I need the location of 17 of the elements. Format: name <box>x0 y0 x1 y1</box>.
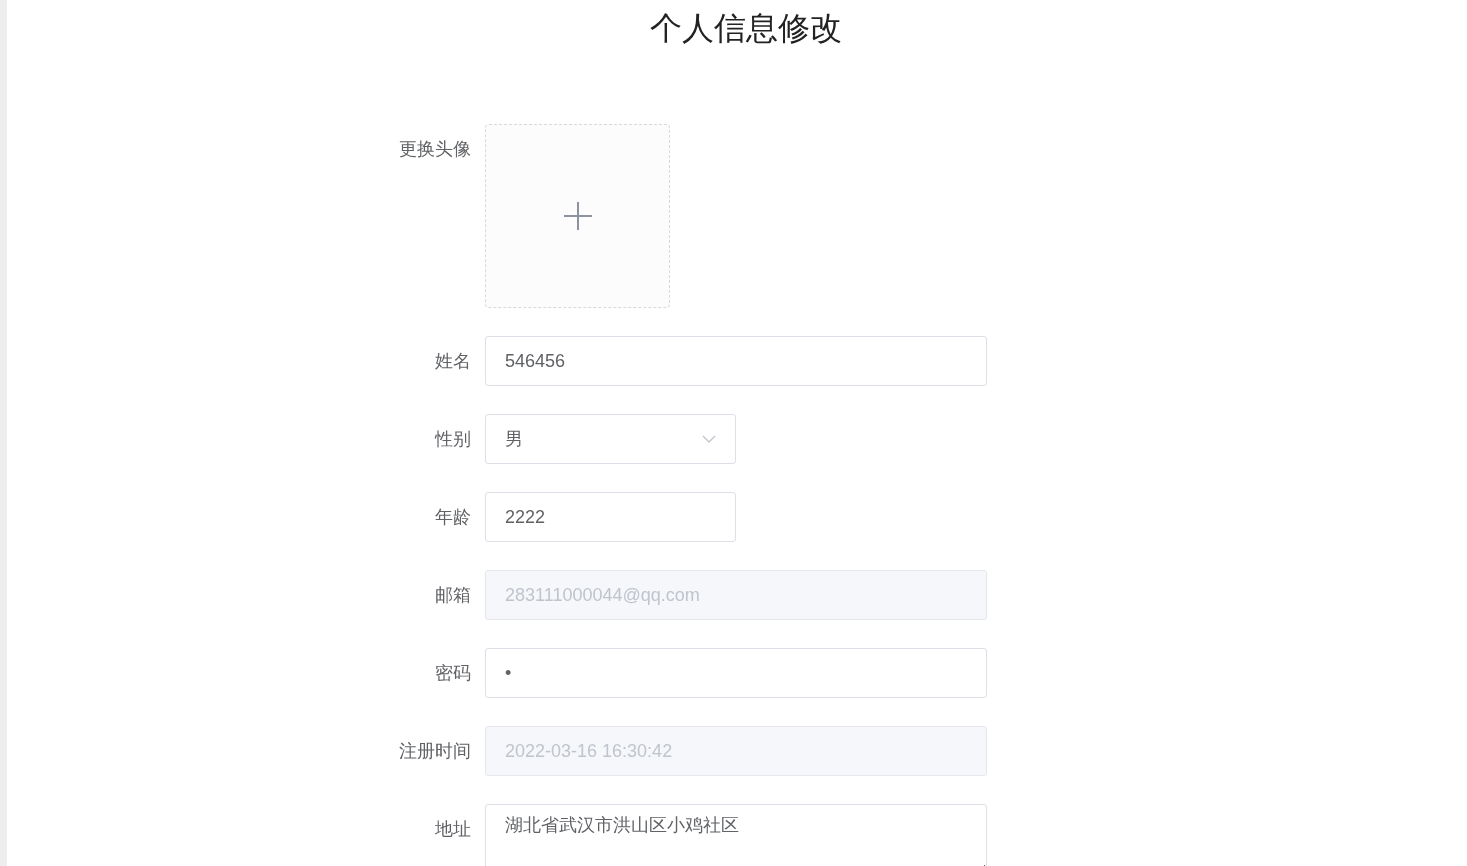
field-label: 年龄 <box>434 506 472 529</box>
input-field[interactable]: 546456 <box>485 336 987 386</box>
plus-icon <box>562 201 593 231</box>
chevron-down-icon <box>702 435 716 443</box>
avatar-upload[interactable] <box>485 124 670 308</box>
field-label: 姓名 <box>434 350 472 373</box>
address-field[interactable]: 湖北省武汉市洪山区小鸡社区 <box>485 804 987 866</box>
field-label: 性别 <box>433 428 472 451</box>
field-label: 地址 <box>434 818 472 841</box>
input-field[interactable]: 2222 <box>485 492 736 542</box>
field-label: 注册时间 <box>398 740 472 763</box>
page-title: 个人信息修改 <box>650 9 842 48</box>
input-field[interactable]: • <box>485 648 987 698</box>
select-field[interactable]: 男 <box>485 414 736 464</box>
field-label: 邮箱 <box>434 584 472 607</box>
field-label: 更换头像 <box>398 138 472 161</box>
field-label: 密码 <box>434 662 472 685</box>
